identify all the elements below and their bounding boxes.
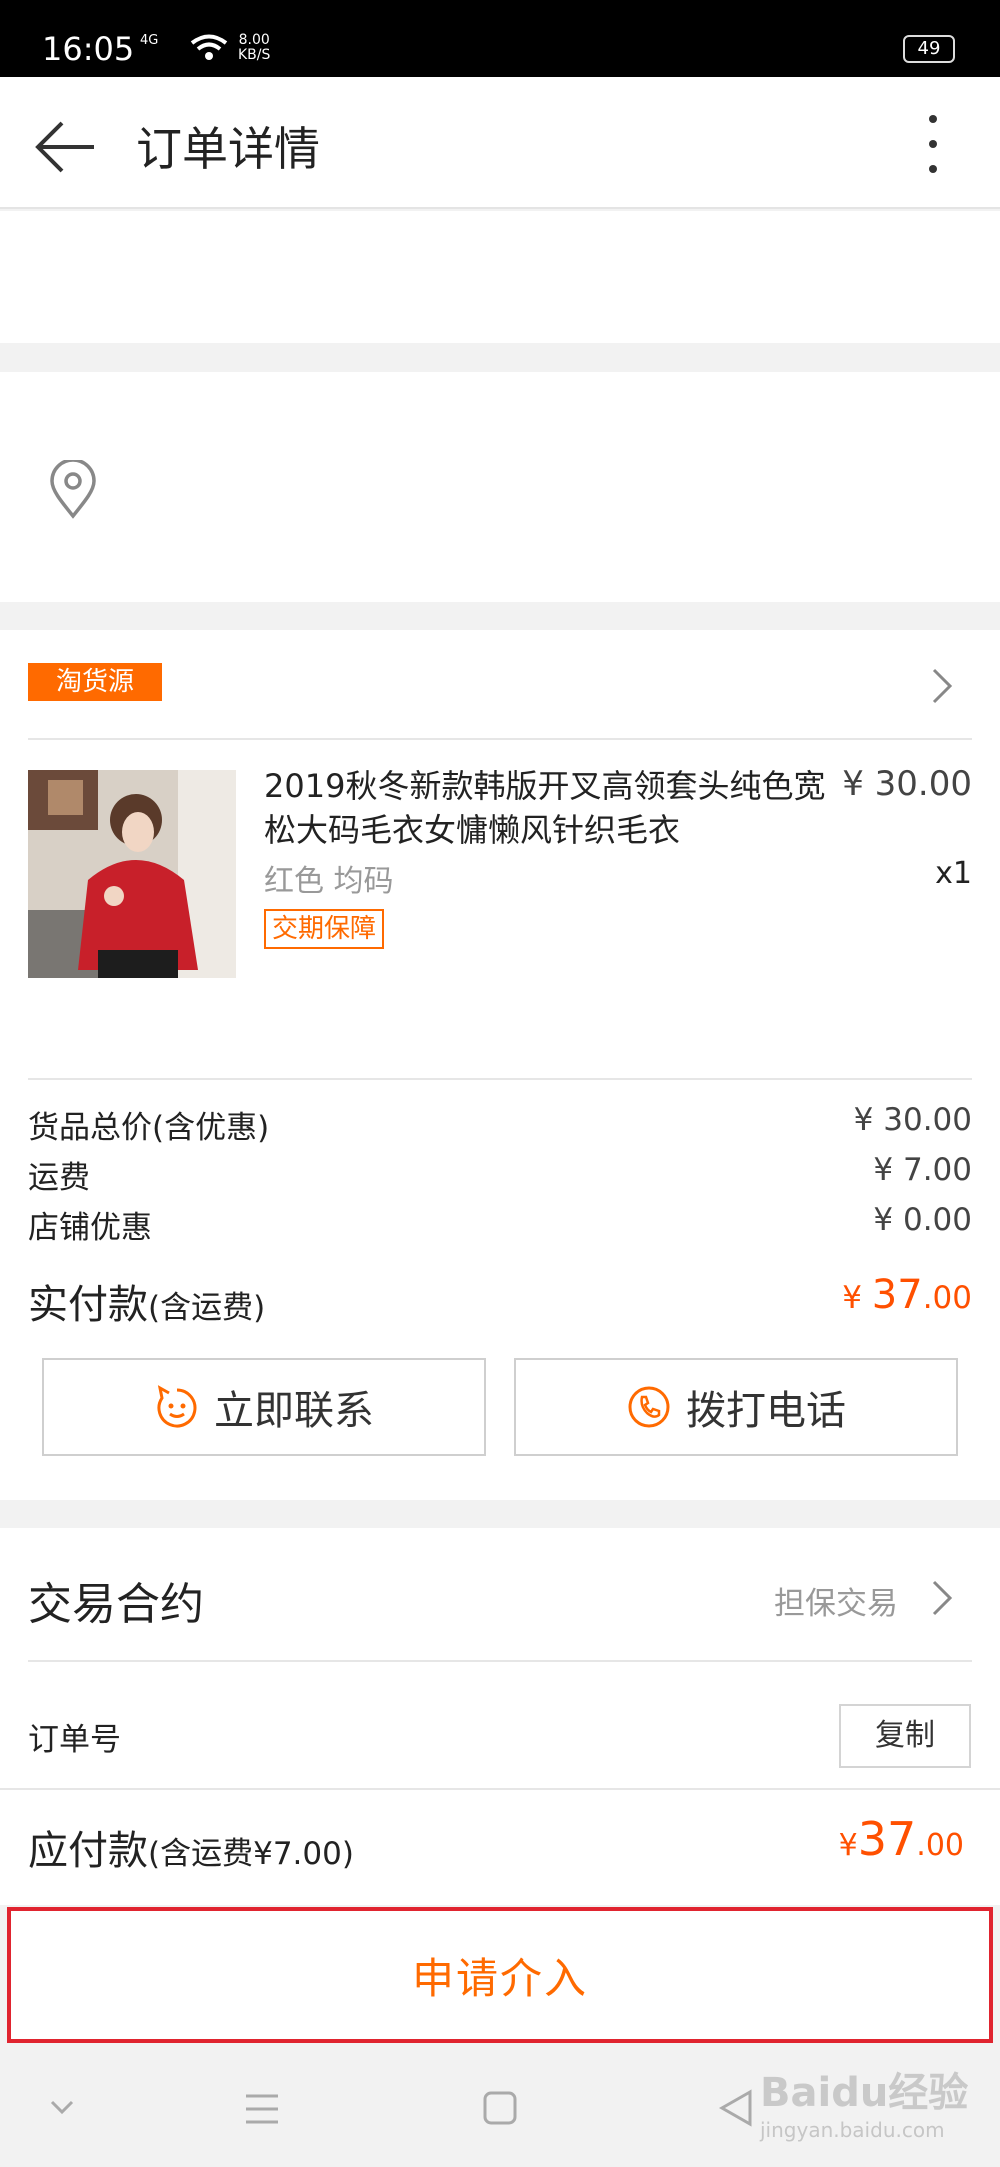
apply-intervention-button[interactable]: 申请介入: [7, 1907, 993, 2043]
watermark-text: Baidu经验: [760, 2070, 969, 2116]
menu-icon[interactable]: [244, 2092, 280, 2130]
copy-button[interactable]: 复制: [839, 1704, 971, 1768]
back-arrow-icon[interactable]: [34, 115, 98, 179]
payable-label: 应付款: [28, 1828, 148, 1874]
total-note: (含运费): [148, 1290, 266, 1326]
payable-int: 37: [857, 1812, 917, 1866]
summary-value: ¥ 30.00: [853, 1102, 972, 1138]
shop-tag[interactable]: 淘货源: [28, 663, 162, 701]
apply-label: 申请介入: [411, 1953, 588, 2003]
chevron-right-icon[interactable]: [930, 1578, 956, 1622]
product-title[interactable]: 2019秋冬新款韩版开叉高领套头纯色宽松大码毛衣女慵懒风针织毛衣: [264, 764, 844, 852]
call-phone-button[interactable]: 拨打电话: [514, 1358, 958, 1456]
order-number-label: 订单号: [28, 1722, 121, 1758]
call-label: 拨打电话: [686, 1388, 846, 1434]
divider: [0, 1788, 1000, 1790]
chevron-right-icon[interactable]: [930, 666, 956, 710]
total-paid-row: 实付款(含运费) ¥ 37.00: [28, 1272, 972, 1330]
contract-type[interactable]: 担保交易: [774, 1578, 898, 1623]
battery-icon: 49: [903, 35, 955, 63]
total-value: ¥ 37.00: [842, 1272, 972, 1318]
product-spec: 红色 均码: [264, 864, 394, 899]
summary-row-discount: 店铺优惠 ¥ 0.00: [28, 1202, 972, 1247]
divider: [28, 1660, 972, 1662]
back-triangle-icon[interactable]: [718, 2088, 754, 2132]
total-label: 实付款: [28, 1282, 148, 1328]
payable-dec: .00: [916, 1828, 964, 1863]
summary-row-shipping: 运费 ¥ 7.00: [28, 1152, 972, 1197]
product-quantity: x1: [935, 856, 972, 891]
phone-icon: [628, 1386, 670, 1428]
wifi-icon: [190, 34, 228, 66]
page-title: 订单详情: [136, 122, 320, 176]
divider: [28, 738, 972, 740]
payable-note: (含运费¥7.00): [148, 1836, 354, 1872]
watermark-sub: jingyan.baidu.com: [760, 2118, 945, 2142]
order-status-card: [0, 211, 1000, 343]
summary-label: 货品总价(含优惠): [28, 1110, 270, 1146]
network-speed: 8.00 KB/S: [238, 33, 270, 63]
summary-row-goods: 货品总价(含优惠) ¥ 30.00: [28, 1102, 972, 1147]
total-dec: .00: [922, 1280, 972, 1316]
summary-label: 店铺优惠: [28, 1210, 152, 1246]
status-bar: 16:05 4G 8.00 KB/S 49: [0, 0, 1000, 77]
chat-face-icon: [157, 1385, 197, 1428]
watermark-logo: Baidu经验 jingyan.baidu.com: [760, 2060, 968, 2142]
order-card: 淘货源 2019秋冬新款韩版开叉高领套头纯色宽松大码毛衣女慵懒风针织毛衣 ¥ 3…: [0, 630, 1000, 1500]
total-int: 37: [871, 1272, 923, 1318]
home-icon[interactable]: [482, 2090, 518, 2130]
speed-unit: KB/S: [238, 47, 271, 63]
location-pin-icon: [48, 458, 98, 524]
divider: [28, 1078, 972, 1080]
status-time: 16:05: [42, 30, 135, 68]
network-type: 4G: [140, 33, 159, 48]
contact-label: 立即联系: [214, 1388, 374, 1434]
summary-label: 运费: [28, 1160, 90, 1196]
address-card[interactable]: [0, 372, 1000, 602]
contract-title: 交易合约: [28, 1579, 204, 1630]
payable-value: ¥37.00: [839, 1812, 964, 1866]
summary-value: ¥ 0.00: [873, 1202, 972, 1238]
app-bar: 订单详情: [0, 77, 1000, 209]
payable-row: 应付款(含运费¥7.00): [28, 1818, 354, 1876]
product-image[interactable]: [28, 770, 236, 978]
delivery-guarantee-badge: 交期保障: [264, 909, 385, 949]
speed-value: 8.00: [238, 32, 270, 48]
product-price: ¥ 30.00: [842, 764, 972, 804]
contact-seller-button[interactable]: 立即联系: [42, 1358, 486, 1456]
more-options-icon[interactable]: [918, 109, 948, 179]
payable-currency: ¥: [838, 1828, 858, 1863]
total-currency: ¥: [842, 1280, 872, 1316]
summary-value: ¥ 7.00: [873, 1152, 972, 1188]
contract-card: 交易合约 担保交易 订单号 复制 应付款(含运费¥7.00) ¥37.00: [0, 1528, 1000, 1905]
chevron-down-icon[interactable]: [48, 2098, 76, 2120]
